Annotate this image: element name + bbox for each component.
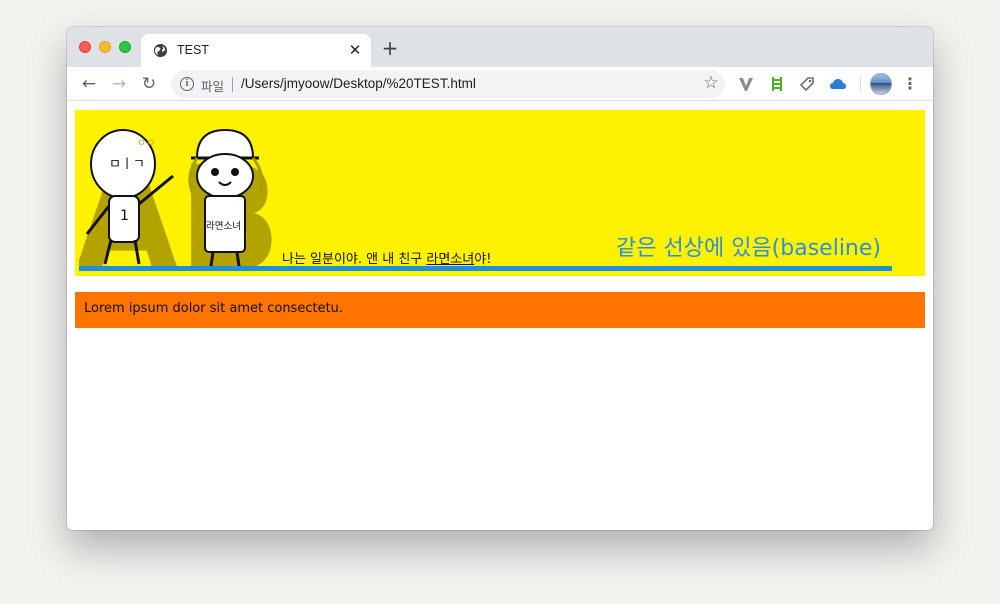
caption-link[interactable]: 라면소녀: [426, 252, 474, 267]
back-button[interactable]: ←: [79, 74, 99, 94]
browser-window: TEST ✕ + ← → ↻ i 파일 /Users/jmyoow/Deskto…: [67, 27, 933, 530]
page-viewport: AB ㅇㅇ ㅁㅣㄱ 1 라면소녀 나는 일분이야. 앤 내 친구 라면소녀야! …: [67, 102, 933, 530]
address-bar[interactable]: i 파일 /Users/jmyoow/Desktop/%20TEST.html …: [171, 70, 725, 98]
baseline-label: 같은 선상에 있음(baseline): [616, 236, 881, 261]
toolbar-divider: [860, 76, 861, 92]
window-maximize-button[interactable]: [119, 41, 131, 53]
ladder-icon[interactable]: [767, 74, 787, 94]
browser-toolbar: ← → ↻ i 파일 /Users/jmyoow/Desktop/%20TEST…: [67, 67, 933, 101]
caption-suffix: 야!: [474, 252, 492, 267]
omnibox-divider: [232, 77, 233, 92]
tab-strip: TEST ✕ +: [67, 27, 933, 67]
banner-box: AB ㅇㅇ ㅁㅣㄱ 1 라면소녀 나는 일분이야. 앤 내 친구 라면소녀야! …: [75, 110, 925, 276]
character-left-face: ㅁㅣㄱ: [109, 157, 145, 172]
window-minimize-button[interactable]: [99, 41, 111, 53]
bookmark-star-icon[interactable]: ☆: [701, 73, 721, 93]
tag-icon[interactable]: [797, 74, 817, 94]
tab-test[interactable]: TEST ✕: [141, 34, 371, 67]
reload-button[interactable]: ↻: [139, 74, 159, 94]
url-text[interactable]: /Users/jmyoow/Desktop/%20TEST.html: [241, 76, 476, 91]
cloud-icon[interactable]: [828, 74, 848, 94]
banner-caption: 나는 일분이야. 앤 내 친구 라면소녀야!: [282, 248, 491, 267]
window-close-button[interactable]: [79, 41, 91, 53]
character-right-shirt: 라면소녀: [206, 221, 241, 232]
vimeo-v-icon[interactable]: [736, 74, 756, 94]
orange-bar-text: Lorem ipsum dolor sit amet consectetu.: [84, 301, 344, 316]
character-left-label: ㅇㅇ: [137, 138, 155, 149]
file-scheme-label: 파일: [201, 79, 225, 94]
tab-title: TEST: [177, 43, 209, 57]
character-left-badge: 1: [120, 208, 129, 224]
profile-avatar[interactable]: [870, 73, 892, 95]
globe-icon: [153, 43, 168, 58]
orange-bar: Lorem ipsum dolor sit amet consectetu.: [75, 292, 925, 328]
character-illustration: AB ㅇㅇ ㅁㅣㄱ 1 라면소녀: [79, 128, 281, 272]
forward-button[interactable]: →: [109, 74, 129, 94]
caption-prefix: 나는 일분이야. 앤 내 친구: [282, 252, 427, 267]
kebab-menu-icon[interactable]: ⋮: [902, 74, 918, 94]
baseline-rule: [79, 266, 892, 271]
tab-close-icon[interactable]: ✕: [347, 42, 363, 58]
info-icon[interactable]: i: [180, 77, 194, 91]
new-tab-button[interactable]: +: [380, 38, 400, 58]
